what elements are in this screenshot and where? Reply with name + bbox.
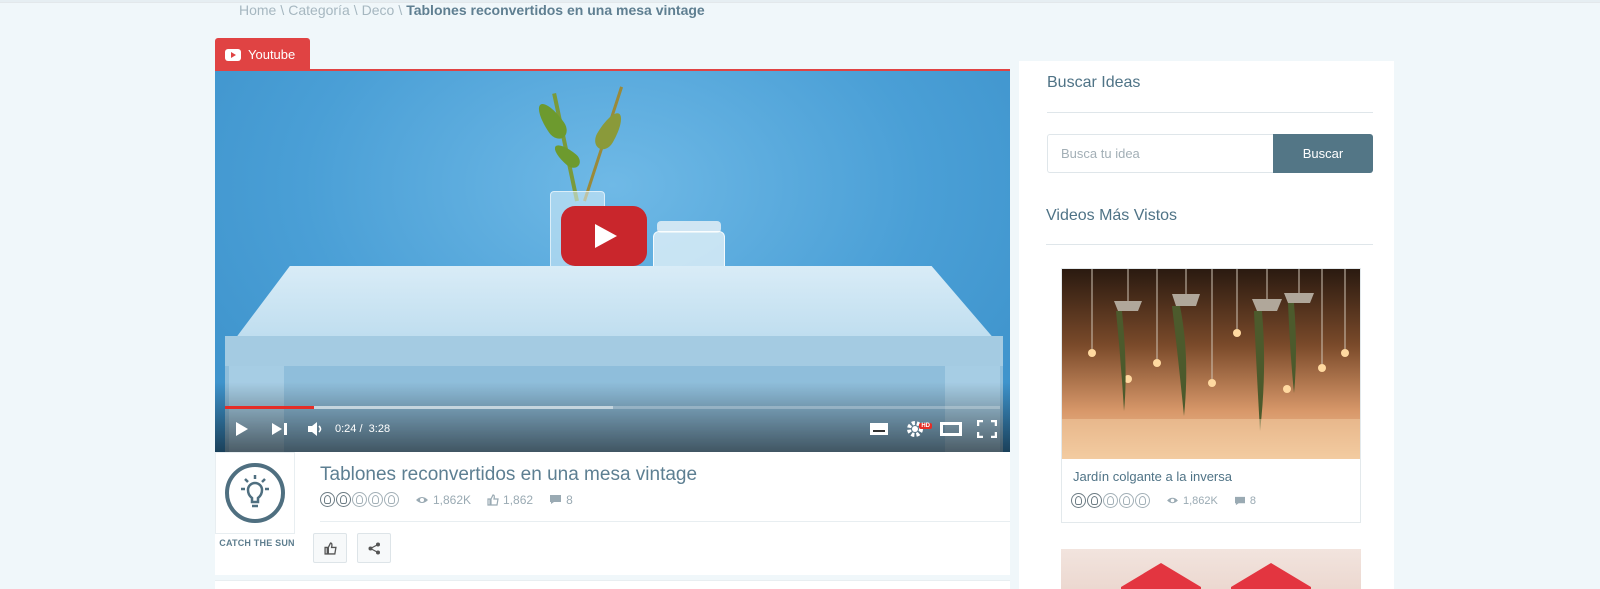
progress-played <box>225 406 315 409</box>
breadcrumb-home[interactable]: Home <box>239 2 276 18</box>
likes-count: 1,862 <box>487 493 533 507</box>
play-icon[interactable] <box>231 418 253 440</box>
video-info-panel: CATCH THE SUN Tablones reconvertidos en … <box>215 452 1010 575</box>
search-button[interactable]: Buscar <box>1273 134 1373 173</box>
rating-bulb-icon <box>368 492 383 507</box>
rating-bulb-icon <box>384 492 399 507</box>
rating-bulb-icon <box>1087 493 1102 508</box>
subtitles-icon[interactable] <box>868 418 890 440</box>
comments-count: 8 <box>1234 495 1256 507</box>
eye-icon <box>1167 497 1178 504</box>
channel-avatar[interactable] <box>215 452 295 534</box>
youtube-tab-label: Youtube <box>248 47 296 62</box>
breadcrumb: Home \ Categoría \ Deco \ Tablones reconvertid… <box>239 2 705 18</box>
views-count: 1,862K <box>415 493 471 507</box>
sidebar: Buscar Ideas Buscar Videos Más Vistos <box>1019 61 1394 589</box>
rating-bulbs <box>320 492 399 507</box>
popular-video-card-2[interactable] <box>1061 549 1361 589</box>
channel-name[interactable]: CATCH THE SUN <box>215 538 299 548</box>
rating-bulb-icon <box>1135 493 1150 508</box>
thumbs-up-icon <box>487 493 499 506</box>
search-input[interactable] <box>1047 134 1274 173</box>
share-icon <box>368 542 380 554</box>
eye-icon <box>416 496 428 503</box>
player-controls: 0:24 / 3:28 HD <box>215 411 1010 447</box>
rating-bulb-icon <box>1071 493 1086 508</box>
hd-badge: HD <box>919 423 932 429</box>
video-player[interactable]: 0:24 / 3:28 HD <box>215 71 1010 452</box>
thumbs-up-icon <box>323 541 337 555</box>
comment-icon <box>1234 496 1245 505</box>
popular-videos-heading: Videos Más Vistos <box>1046 207 1178 224</box>
share-button[interactable] <box>357 533 391 563</box>
rating-bulb-icon <box>320 492 335 507</box>
theater-mode-icon[interactable] <box>940 418 962 440</box>
views-count: 1,862K <box>1166 495 1218 507</box>
rating-bulb-icon <box>1119 493 1134 508</box>
rating-bulbs <box>1071 493 1150 508</box>
video-title: Tablones reconvertidos en una mesa vinta… <box>320 464 698 485</box>
popular-video-title[interactable]: Jardín colgante a la inversa <box>1073 469 1232 484</box>
comment-icon <box>550 495 562 504</box>
popular-video-card[interactable]: Jardín colgante a la inversa 1,862K 8 <box>1061 268 1361 523</box>
lightbulb-logo-icon <box>225 463 285 523</box>
next-icon[interactable] <box>269 418 291 440</box>
settings-icon[interactable]: HD <box>904 418 932 440</box>
youtube-icon <box>225 48 241 61</box>
player-controls-right: HD <box>868 411 998 447</box>
search-heading: Buscar Ideas <box>1047 74 1141 91</box>
comments-count: 8 <box>549 493 573 507</box>
breadcrumb-current: Tablones reconvertidos en una mesa vinta… <box>406 2 705 18</box>
rating-bulb-icon <box>1103 493 1118 508</box>
progress-bar[interactable] <box>225 406 1000 409</box>
youtube-source-tab: Youtube <box>215 38 310 71</box>
rating-bulb-icon <box>352 492 367 507</box>
rating-bulb-icon <box>336 492 351 507</box>
like-button[interactable] <box>313 533 347 563</box>
big-play-button[interactable] <box>561 206 647 266</box>
time-display: 0:24 / 3:28 <box>335 423 391 435</box>
popular-video-meta: 1,862K 8 <box>1071 493 1256 508</box>
video-thumbnail[interactable] <box>1062 269 1360 459</box>
fullscreen-icon[interactable] <box>976 418 998 440</box>
breadcrumb-category[interactable]: Categoría <box>288 2 349 18</box>
volume-icon[interactable] <box>305 418 327 440</box>
breadcrumb-deco[interactable]: Deco <box>362 2 395 18</box>
video-meta: 1,862K 1,862 8 <box>320 492 573 507</box>
